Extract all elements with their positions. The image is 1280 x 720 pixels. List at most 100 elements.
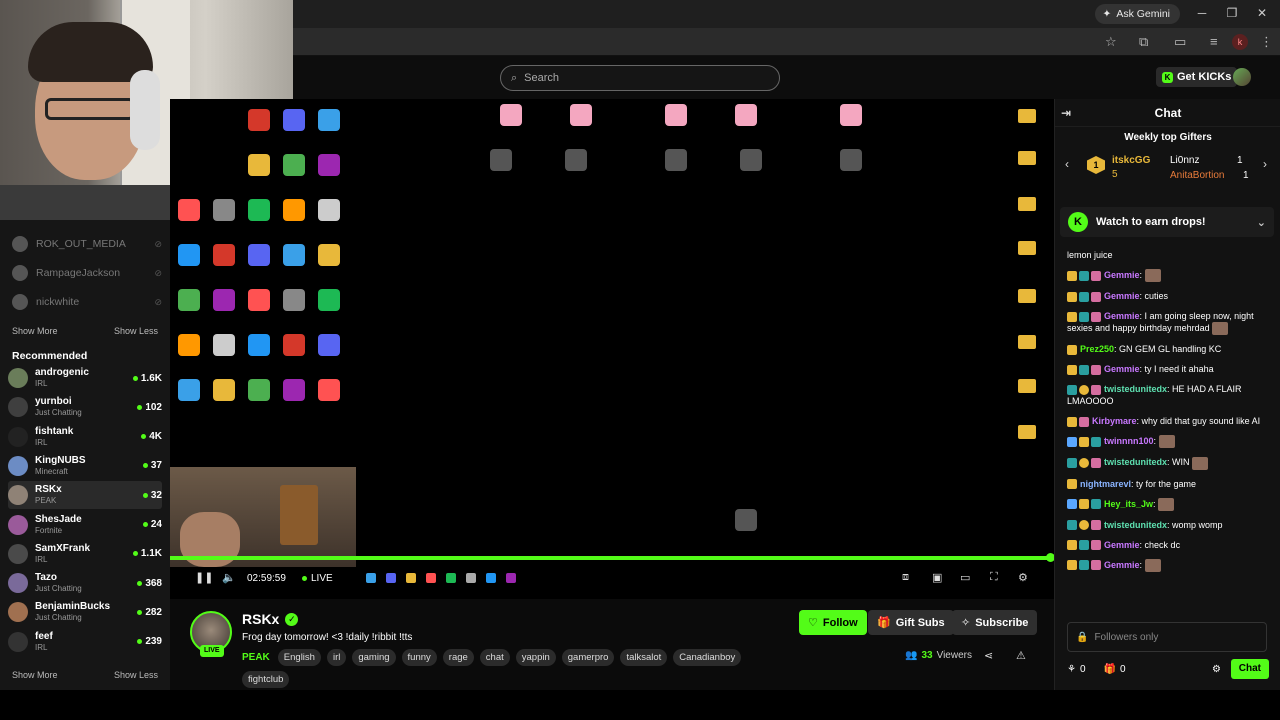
bookmark-star-icon[interactable]: ☆ [1105,34,1117,50]
show-more-button[interactable]: Show More [12,326,58,336]
gift-badge-icon [1091,270,1101,281]
settings-icon[interactable]: ⚙ [1018,571,1028,584]
kicks-icon[interactable]: ⚘ [1067,664,1076,675]
reading-list-icon[interactable]: ≡ [1210,34,1218,49]
live-dot [142,522,148,527]
subscribe-button[interactable]: ✧ Subscribe [952,610,1038,635]
following-item[interactable]: nickwhite ⊘ [12,292,162,312]
desktop-app-icon [248,199,270,221]
sub-badge-icon [1091,499,1101,510]
show-less-button[interactable]: Show Less [114,670,158,680]
desktop-app-icon [213,289,235,311]
progress-bar[interactable] [170,556,1054,560]
user-badges [1067,384,1101,395]
ask-gemini-button[interactable]: ✦ Ask Gemini [1094,4,1180,24]
chat-send-button[interactable]: Chat [1230,659,1269,679]
get-kicks-button[interactable]: K Get KICKs [1156,67,1238,87]
tag-pill[interactable]: chat [479,649,510,666]
tag-pill[interactable]: yappin [515,649,556,666]
gift-subs-button[interactable]: 🎁 Gift Subs [868,610,954,635]
sidebar-item-shesjade[interactable]: ShesJade Fortnite 24 [8,511,162,539]
sidebar-item-androgenic[interactable]: androgenic IRL 1.6K [8,364,162,392]
tag-pill[interactable]: English [277,649,321,666]
chat-username[interactable]: Gemmie [1104,560,1140,570]
tag-pill[interactable]: irl [326,649,347,666]
chat-username[interactable]: Gemmie [1104,270,1140,280]
report-icon[interactable]: ⚠ [1016,649,1026,662]
show-more-button[interactable]: Show More [12,670,58,680]
chat-username[interactable]: nightmarevl [1080,479,1131,489]
tag-pill[interactable]: talksalot [620,649,668,666]
chat-username[interactable]: Gemmie [1104,364,1140,374]
kick-logo-icon: K [1068,212,1088,232]
gifter-name[interactable]: AnitaBortion [1170,170,1224,181]
gift-badge-icon [1091,384,1101,395]
collapse-chat-icon[interactable]: ⇥ [1061,106,1071,120]
sidebar-item-benjaminbucks[interactable]: BenjaminBucks Just Chatting 282 [8,598,162,626]
video-player[interactable]: ❚❚ 🔈 02:59:59 LIVE ⧈ ▣ ▭ ⛶ ⚙ [170,99,1054,599]
channel-name: SamXFrank [35,542,91,554]
show-less-button[interactable]: Show Less [114,326,158,336]
chat-username[interactable]: Prez250 [1080,344,1114,354]
sidebar-item-fishtank[interactable]: fishtank IRL 4K [8,423,162,451]
progress-handle[interactable] [1046,553,1054,562]
chat-username[interactable]: Gemmie [1104,540,1140,550]
extensions-icon[interactable]: ⧉ [1139,34,1148,50]
follow-button[interactable]: ♡ Follow [799,610,867,635]
restore-icon[interactable]: ❐ [1224,6,1240,20]
sidebar-item-rskx[interactable]: RSKx PEAK 32 [8,481,162,510]
sidebar-item-yurnboi[interactable]: yurnboi Just Chatting 102 [8,393,162,421]
gift-icon[interactable]: 🎁 [1104,664,1116,675]
clip-icon[interactable]: ▣ [932,571,942,584]
crown-badge-icon [1067,560,1077,571]
close-icon[interactable]: ✕ [1254,6,1270,20]
gifter-name[interactable]: itskcGG [1112,155,1150,166]
tag-pill[interactable]: Canadianboy [673,649,742,666]
chevron-right-icon[interactable]: › [1263,157,1267,171]
chat-username[interactable]: Gemmie [1104,311,1140,321]
tag-pill[interactable]: gamerpro [561,649,615,666]
menu-dots-icon[interactable]: ⋮ [1260,34,1273,50]
sidebar-item-kingnubs[interactable]: KingNUBS Minecraft 37 [8,452,162,480]
pause-icon[interactable]: ❚❚ [195,571,213,584]
following-item[interactable]: ROK_OUT_MEDIA ⊘ [12,234,162,254]
sidebar-item-feef[interactable]: feef IRL 239 [8,628,162,656]
sidebar-item-tazo[interactable]: Tazo Just Chatting 368 [8,569,162,597]
tag-pill[interactable]: funny [401,649,437,666]
tag-pill[interactable]: rage [442,649,474,666]
search-input[interactable]: ⌕ Search [500,65,780,91]
share-icon[interactable]: ⋖ [984,649,993,662]
folder-icon [1018,197,1036,211]
streamer-name[interactable]: RSKx ✓ [242,611,299,627]
desktop-app-icon [318,244,340,266]
gifter-name[interactable]: Li0nnz [1170,155,1199,166]
chat-username[interactable]: twinnnn100 [1104,436,1154,446]
profile-avatar[interactable]: k [1232,34,1248,50]
category-link[interactable]: PEAK [242,652,270,663]
chat-username[interactable]: twistedunitedx [1104,520,1167,530]
pip-icon[interactable]: ⧈ [902,571,909,584]
fullscreen-icon[interactable]: ⛶ [990,571,998,584]
chevron-left-icon[interactable]: ‹ [1065,157,1069,171]
chat-username[interactable]: twistedunitedx [1104,384,1167,394]
chat-message: twistedunitedx: womp womp [1067,519,1267,531]
chat-username[interactable]: twistedunitedx [1104,457,1167,467]
tag-pill[interactable]: gaming [352,649,396,666]
sidebar-icon[interactable]: ▭ [1174,34,1186,50]
crown-badge-icon [1067,291,1077,302]
channel-text: Tazo Just Chatting [35,572,82,594]
chat-input[interactable]: 🔒 Followers only [1067,622,1267,652]
theater-icon[interactable]: ▭ [960,571,970,584]
chat-username[interactable]: Hey_its_Jw [1104,499,1153,509]
tag-pill[interactable]: fightclub [242,671,290,688]
chat-username[interactable]: Gemmie [1104,291,1140,301]
drops-banner[interactable]: K Watch to earn drops! ⌄ [1060,207,1274,237]
following-item[interactable]: RampageJackson ⊘ [12,263,162,283]
minimize-icon[interactable]: ─ [1194,6,1210,20]
chat-username[interactable]: Kirbymare [1092,416,1137,426]
user-avatar[interactable] [1233,68,1251,86]
volume-icon[interactable]: 🔈 [222,571,236,584]
sidebar-item-samxfrank[interactable]: SamXFrank IRL 1.1K [8,540,162,568]
crown-badge-icon [1067,311,1077,322]
chat-settings-icon[interactable]: ⚙ [1212,664,1221,675]
